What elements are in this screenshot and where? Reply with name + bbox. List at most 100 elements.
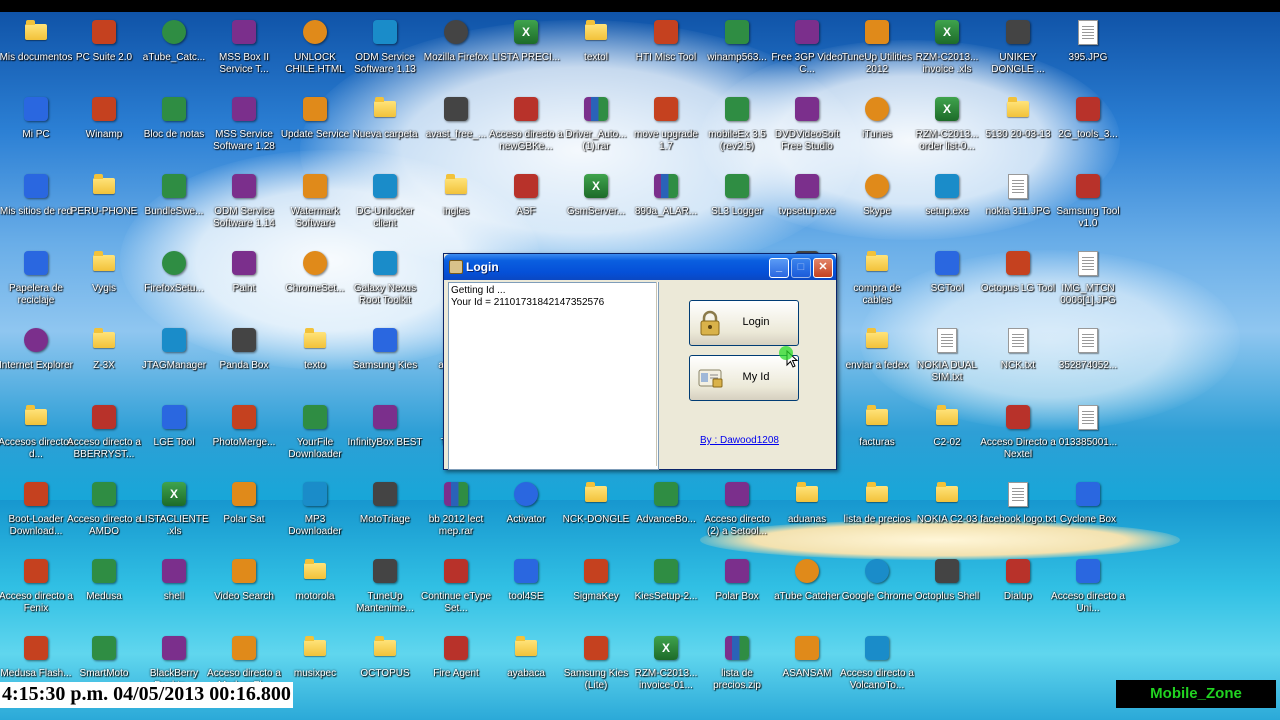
desktop-icon[interactable]: X RZM-C2013... order list-0... xyxy=(909,91,985,165)
desktop-icon[interactable]: Bloc de notas xyxy=(136,91,212,165)
desktop-icon[interactable]: ingles xyxy=(418,168,494,242)
desktop-icon[interactable]: X RZM-C2013... invoice-01... xyxy=(628,630,704,704)
desktop-icon[interactable]: Papelera de reciclaje xyxy=(0,245,74,319)
login-button[interactable]: Login xyxy=(689,300,799,346)
desktop-icon[interactable]: NOKIA C2-03 xyxy=(909,476,985,550)
desktop-icon[interactable]: ASANSAM xyxy=(769,630,845,704)
desktop-icon[interactable]: MSS Box II Service T... xyxy=(206,14,282,88)
desktop-icon[interactable]: motorola xyxy=(277,553,353,627)
desktop-icon[interactable]: UNLOCK CHILE.HTML xyxy=(277,14,353,88)
desktop-icon[interactable]: Acceso directo a BBERRYST... xyxy=(66,399,142,473)
my-id-button[interactable]: My Id xyxy=(689,355,799,401)
desktop-icon[interactable]: Polar Sat xyxy=(206,476,282,550)
desktop-icon[interactable]: Mis sitios de red xyxy=(0,168,74,242)
desktop-icon[interactable]: 5130 20-03-13 xyxy=(980,91,1056,165)
desktop-icon[interactable]: texto xyxy=(277,322,353,396)
desktop-icon[interactable]: BundleSwe... xyxy=(136,168,212,242)
desktop-icon[interactable]: X LISTA PRECI... xyxy=(488,14,564,88)
desktop-icon[interactable]: UNIKEY DONGLE ... xyxy=(980,14,1056,88)
desktop-icon[interactable]: YourFile Downloader xyxy=(277,399,353,473)
desktop-icon[interactable]: Acceso directo (2) a Setool... xyxy=(699,476,775,550)
desktop-icon[interactable]: JTAGManager xyxy=(136,322,212,396)
desktop-icon[interactable]: Acceso directo a AMDO xyxy=(66,476,142,550)
desktop-icon[interactable]: 013385001... xyxy=(1050,399,1126,473)
desktop-icon[interactable]: Cyclone Box xyxy=(1050,476,1126,550)
desktop-icon[interactable]: PC Suite 2.0 xyxy=(66,14,142,88)
desktop-icon[interactable]: Samsung Kies (Lite) xyxy=(558,630,634,704)
desktop-icon[interactable]: bb 2012 lect mep.rar xyxy=(418,476,494,550)
desktop-icon[interactable]: PhotoMerge... xyxy=(206,399,282,473)
desktop-icon[interactable]: NOKIA DUAL SIM.txt xyxy=(909,322,985,396)
desktop-icon[interactable]: lista de precios xyxy=(839,476,915,550)
desktop-icon[interactable]: compra de cables xyxy=(839,245,915,319)
desktop-icon[interactable]: Acceso directo a VolcanoTo... xyxy=(839,630,915,704)
desktop-icon[interactable]: 395.JPG xyxy=(1050,14,1126,88)
desktop-icon[interactable]: Internet Explorer xyxy=(0,322,74,396)
desktop-icon[interactable]: Samsung Kies xyxy=(347,322,423,396)
desktop-icon[interactable]: ODM Service Software 1.14 xyxy=(206,168,282,242)
desktop-icon[interactable]: Winamp xyxy=(66,91,142,165)
desktop-icon[interactable]: Update Service xyxy=(277,91,353,165)
desktop-icon[interactable]: AdvanceBo... xyxy=(628,476,704,550)
desktop-icon[interactable]: Acceso directo a newGBKe... xyxy=(488,91,564,165)
desktop-icon[interactable]: Mis documentos xyxy=(0,14,74,88)
desktop-icon[interactable]: Octoplus Shell xyxy=(909,553,985,627)
desktop-icon[interactable]: Acceso directo a Fenix xyxy=(0,553,74,627)
desktop-icon[interactable]: Google Chrome xyxy=(839,553,915,627)
desktop-icon[interactable]: aduanas xyxy=(769,476,845,550)
desktop-icon[interactable]: Galaxy Nexus Root Toolkit xyxy=(347,245,423,319)
desktop-icon[interactable]: OCTOPUS xyxy=(347,630,423,704)
desktop-icon[interactable]: Mi PC xyxy=(0,91,74,165)
desktop-icon[interactable]: X RZM-C2013... invoice .xls xyxy=(909,14,985,88)
desktop-icon[interactable]: DVDVideoSoft Free Studio xyxy=(769,91,845,165)
desktop-icon[interactable]: MotoTriage xyxy=(347,476,423,550)
desktop-icon[interactable]: lista de precios.zip xyxy=(699,630,775,704)
desktop-icon[interactable]: Driver_Auto... (1).rar xyxy=(558,91,634,165)
desktop-icon[interactable]: avast_free_... xyxy=(418,91,494,165)
desktop-icon[interactable]: mobileEx 3.5 (rev2.5) xyxy=(699,91,775,165)
desktop-icon[interactable]: 2G_tools_3... xyxy=(1050,91,1126,165)
desktop-icon[interactable]: Polar Box xyxy=(699,553,775,627)
desktop-icon[interactable]: facturas xyxy=(839,399,915,473)
desktop-icon[interactable]: ayabaca xyxy=(488,630,564,704)
desktop-icon[interactable]: LGE Tool xyxy=(136,399,212,473)
desktop-icon[interactable]: TuneUp Utilities 2012 xyxy=(839,14,915,88)
desktop-icon[interactable]: Nueva carpeta xyxy=(347,91,423,165)
desktop-icon[interactable]: winamp563... xyxy=(699,14,775,88)
close-button[interactable]: ✕ xyxy=(813,258,833,278)
status-textbox[interactable]: Getting Id ... Your Id = 211017318421473… xyxy=(448,282,659,470)
desktop-icon[interactable]: C2-02 xyxy=(909,399,985,473)
desktop-icon[interactable]: X GsmServer... xyxy=(558,168,634,242)
desktop-icon[interactable]: Mozilla Firefox xyxy=(418,14,494,88)
desktop-icon[interactable]: Boot-Loader Download... xyxy=(0,476,74,550)
desktop-icon[interactable]: SL3 Logger xyxy=(699,168,775,242)
desktop-icon[interactable]: Dialup xyxy=(980,553,1056,627)
desktop-icon[interactable]: MSS Service Software 1.28 xyxy=(206,91,282,165)
maximize-button[interactable]: □ xyxy=(791,258,811,278)
desktop-icon[interactable]: Continue eType Set... xyxy=(418,553,494,627)
desktop-icon[interactable]: SGTool xyxy=(909,245,985,319)
desktop-icon[interactable]: tool4SE xyxy=(488,553,564,627)
desktop-icon[interactable]: move upgrade 1.7 xyxy=(628,91,704,165)
minimize-button[interactable]: _ xyxy=(769,258,789,278)
desktop-icon[interactable]: shell xyxy=(136,553,212,627)
desktop-icon[interactable]: nokia 311.JPG xyxy=(980,168,1056,242)
desktop-icon[interactable]: Octopus LG Tool xyxy=(980,245,1056,319)
desktop-icon[interactable]: Medusa xyxy=(66,553,142,627)
desktop-icon[interactable]: Free 3GP Video C... xyxy=(769,14,845,88)
desktop-icon[interactable]: setup.exe xyxy=(909,168,985,242)
desktop-icon[interactable]: Samsung Tool v1.0 xyxy=(1050,168,1126,242)
desktop-icon[interactable]: aTube_Catc... xyxy=(136,14,212,88)
desktop-icon[interactable]: iTunes xyxy=(839,91,915,165)
desktop-icon[interactable]: Acceso directo a Uni... xyxy=(1050,553,1126,627)
desktop-icon[interactable]: Fire Agent xyxy=(418,630,494,704)
desktop-icon[interactable]: facebook logo.txt xyxy=(980,476,1056,550)
desktop-icon[interactable]: Acceso Directo a Nextel xyxy=(980,399,1056,473)
desktop-icon[interactable]: NCK-DONGLE xyxy=(558,476,634,550)
desktop-icon[interactable]: NCK.txt xyxy=(980,322,1056,396)
desktop-icon[interactable]: aTube Catcher xyxy=(769,553,845,627)
desktop-icon[interactable]: KiesSetup-2... xyxy=(628,553,704,627)
desktop-icon[interactable]: DC-Unlocker client xyxy=(347,168,423,242)
desktop-icon[interactable]: TuneUp Mantenime... xyxy=(347,553,423,627)
desktop-icon[interactable]: Watermark Software xyxy=(277,168,353,242)
